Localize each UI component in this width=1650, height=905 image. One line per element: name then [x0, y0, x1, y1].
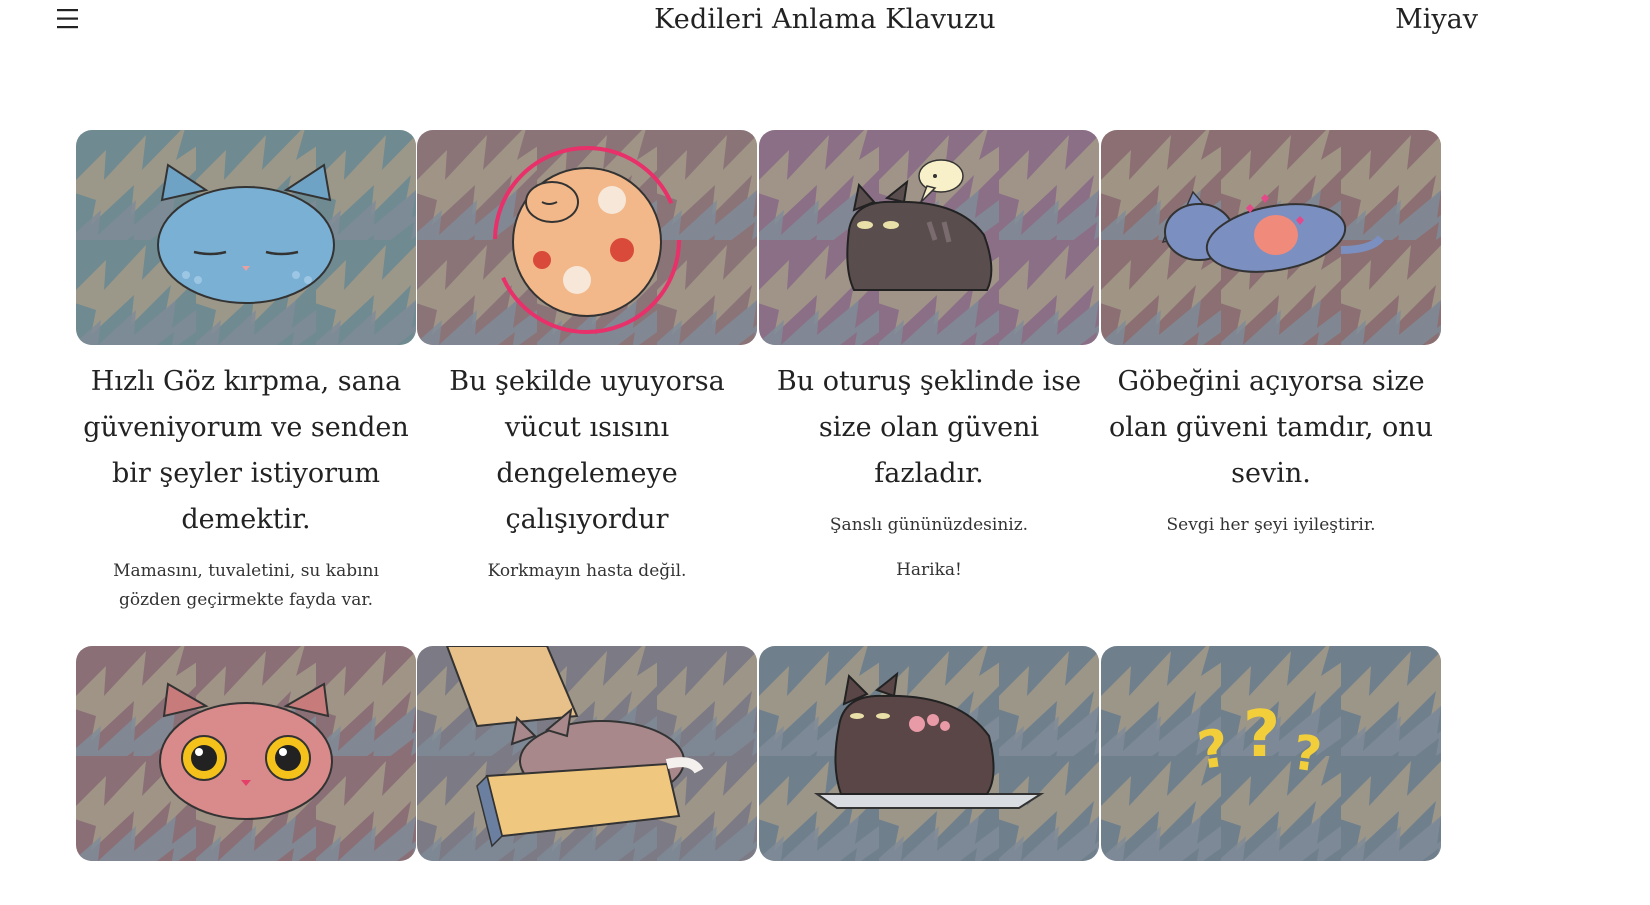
- cat-card-question: ? ? ?: [1101, 646, 1441, 861]
- loaf-cat-with-speech-bubble-illustration: [759, 130, 1099, 345]
- cat-card-image[interactable]: [417, 130, 757, 345]
- card-heading: Bu şekilde uyuyorsa vücut ısısını dengel…: [449, 366, 725, 535]
- card-note: Mamasını, tuvaletini, su kabını gözden g…: [113, 561, 379, 610]
- miyav-nav-link[interactable]: Miyav: [1395, 4, 1478, 35]
- cat-card-slow-blink: Hızlı Göz kırpma, sana güveniyorum ve se…: [76, 130, 416, 615]
- cat-card-image[interactable]: [759, 646, 1099, 861]
- cat-card-laptop: [759, 646, 1099, 861]
- cat-card-image[interactable]: [759, 130, 1099, 345]
- site-title-text[interactable]: Kedileri Anlama Klavuzu: [654, 4, 996, 35]
- cat-card-box: [417, 646, 757, 861]
- cat-showing-belly-illustration: [1101, 130, 1441, 345]
- cat-card-image[interactable]: [76, 130, 416, 345]
- card-note: Şanslı gününüzdesiniz.: [829, 515, 1029, 535]
- card-heading: Bu oturuş şeklinde ise size olan güveni …: [776, 366, 1082, 489]
- cat-card-wide-eyes: [76, 646, 416, 861]
- svg-text:?: ?: [1243, 698, 1280, 772]
- card-note: Sevgi her şeyi iyileştirir.: [1166, 515, 1376, 535]
- cat-card-loaf-sitting: Bu oturuş şeklinde ise size olan güveni …: [759, 130, 1099, 585]
- cat-card-image[interactable]: ? ? ?: [1101, 646, 1441, 861]
- top-navigation-bar: Kedileri Anlama Klavuzu Miyav: [0, 0, 1650, 44]
- cat-in-cardboard-box-illustration: [417, 646, 757, 861]
- card-heading: Hızlı Göz kırpma, sana güveniyorum ve se…: [83, 366, 409, 535]
- cat-on-laptop-illustration: [759, 646, 1099, 861]
- cat-card-image[interactable]: [1101, 130, 1441, 345]
- blue-cat-slow-blink-illustration: [76, 130, 416, 345]
- curled-orange-cat-sleeping-illustration: [417, 130, 757, 345]
- hamburger-menu-icon[interactable]: [56, 2, 82, 36]
- question-marks-illustration: ? ? ?: [1101, 646, 1441, 861]
- cat-card-image[interactable]: [76, 646, 416, 861]
- cat-card-belly-up: Göbeğini açıyorsa size olan güveni tamdı…: [1101, 130, 1441, 540]
- card-heading: Göbeğini açıyorsa size olan güveni tamdı…: [1108, 366, 1434, 489]
- cat-card-curled-sleep: Bu şekilde uyuyorsa vücut ısısını dengel…: [417, 130, 757, 586]
- pink-cat-wide-eyes-illustration: [76, 646, 416, 861]
- card-note: Korkmayın hasta değil.: [487, 561, 687, 581]
- cat-card-image[interactable]: [417, 646, 757, 861]
- card-note-secondary: Harika!: [896, 560, 962, 580]
